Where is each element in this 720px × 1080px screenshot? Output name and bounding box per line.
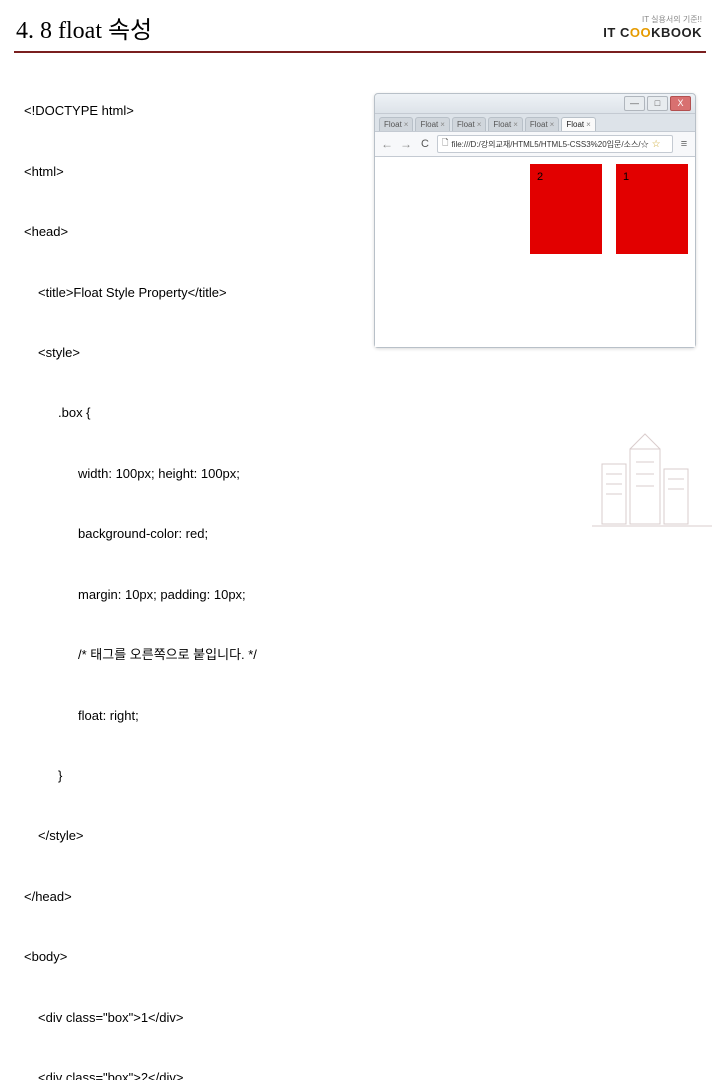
brand-logo: IT 실용서의 기준!! IT COOKBOOK xyxy=(603,14,702,40)
close-icon[interactable]: × xyxy=(477,120,482,129)
window-close-button[interactable]: X xyxy=(670,96,691,111)
close-icon[interactable]: × xyxy=(586,120,591,129)
menu-icon[interactable]: ≡ xyxy=(678,138,690,150)
file-icon: 🗋 xyxy=(442,137,448,151)
code-listing: <!DOCTYPE html> <html> <head> <title>Flo… xyxy=(24,61,364,1080)
close-icon[interactable]: × xyxy=(550,120,555,129)
window-minimize-button[interactable]: — xyxy=(624,96,645,111)
brand-tagline: IT 실용서의 기준!! xyxy=(603,14,702,25)
content-row: <!DOCTYPE html> <html> <head> <title>Flo… xyxy=(0,61,720,1080)
code-line: <body> xyxy=(24,947,364,967)
code-line: } xyxy=(24,766,364,786)
code-line: <html> xyxy=(24,162,364,182)
browser-window: — □ X Float× Float× Float× Float× Float×… xyxy=(374,93,696,348)
code-line: <style> xyxy=(24,343,364,363)
browser-tab[interactable]: Float× xyxy=(525,117,559,131)
browser-tab[interactable]: Float× xyxy=(415,117,449,131)
code-line: </head> xyxy=(24,887,364,907)
browser-tab[interactable]: Float× xyxy=(379,117,413,131)
browser-viewport: 1 2 xyxy=(375,157,695,347)
float-box: 1 xyxy=(616,164,688,254)
browser-tab-active[interactable]: Float× xyxy=(561,117,595,131)
close-icon[interactable]: × xyxy=(513,120,518,129)
close-icon[interactable]: × xyxy=(404,120,409,129)
code-line: float: right; xyxy=(24,706,364,726)
code-line: </style> xyxy=(24,826,364,846)
tab-strip: Float× Float× Float× Float× Float× Float… xyxy=(375,114,695,132)
float-box: 2 xyxy=(530,164,602,254)
code-line: <title>Float Style Property</title> xyxy=(24,283,364,303)
brand-name: IT COOKBOOK xyxy=(603,25,702,40)
code-line: /* 태그를 오른쪽으로 붙입니다. */ xyxy=(24,645,364,665)
title-divider xyxy=(14,51,706,53)
url-text: file:///D:/강의교재/HTML5/HTML5-CSS3%20입문/소스… xyxy=(451,139,648,150)
address-bar[interactable]: 🗋 file:///D:/강의교재/HTML5/HTML5-CSS3%20입문/… xyxy=(437,135,673,153)
close-icon[interactable]: × xyxy=(440,120,445,129)
code-line: margin: 10px; padding: 10px; xyxy=(24,585,364,605)
window-maximize-button[interactable]: □ xyxy=(647,96,668,111)
code-line: <div class="box">2</div> xyxy=(24,1068,364,1080)
window-titlebar: — □ X xyxy=(375,94,695,114)
code-line: <!DOCTYPE html> xyxy=(24,101,364,121)
browser-tab[interactable]: Float× xyxy=(488,117,522,131)
code-line: background-color: red; xyxy=(24,524,364,544)
watermark-building-icon xyxy=(592,424,712,534)
browser-toolbar: ← → C 🗋 file:///D:/강의교재/HTML5/HTML5-CSS3… xyxy=(375,132,695,157)
code-line: width: 100px; height: 100px; xyxy=(24,464,364,484)
code-line: <head> xyxy=(24,222,364,242)
forward-button[interactable]: → xyxy=(399,137,413,151)
browser-tab[interactable]: Float× xyxy=(452,117,486,131)
back-button[interactable]: ← xyxy=(380,137,394,151)
bookmark-star-icon[interactable]: ☆ xyxy=(652,139,661,150)
reload-button[interactable]: C xyxy=(418,137,432,151)
code-line: <div class="box">1</div> xyxy=(24,1008,364,1028)
code-line: .box { xyxy=(24,403,364,423)
